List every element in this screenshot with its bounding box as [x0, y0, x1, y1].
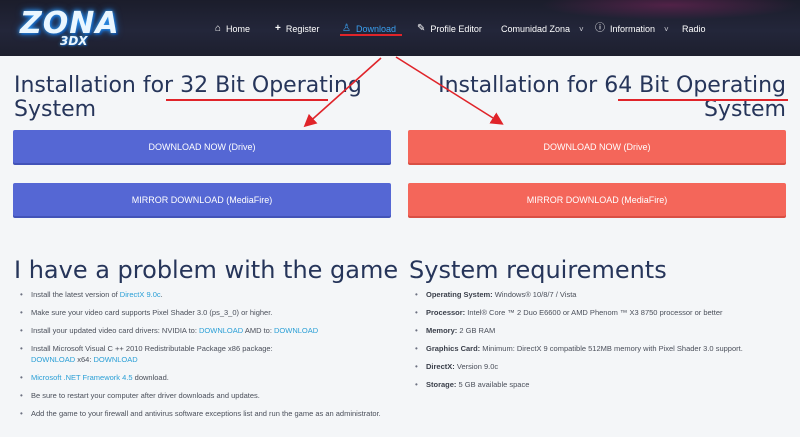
pencil-icon: ✎: [417, 23, 426, 34]
mirror-32bit-mediafire-label: MIRROR DOWNLOAD (MediaFire): [131, 194, 273, 205]
nav-comunidad-zona[interactable]: Comunidad Zona ˅: [501, 21, 584, 37]
title-system-requirements: System requirements: [409, 256, 667, 284]
req-key: Graphics Card:: [426, 344, 481, 353]
req-key: Storage:: [426, 380, 457, 389]
req-value: Minimum: DirectX 9 compatible 512MB memo…: [480, 344, 743, 353]
nav-home-label: Home: [226, 24, 251, 34]
item-text: AMD to:: [243, 326, 275, 335]
nav-information[interactable]: ⓘ Information ˅: [595, 21, 669, 37]
item-text: Make sure your video card supports Pixel…: [31, 308, 273, 317]
req-value: 5 GB available space: [456, 380, 530, 389]
directx-link[interactable]: DirectX 9.0c: [120, 290, 161, 299]
trophy-icon: ♙: [342, 23, 351, 34]
home-icon: ⌂: [215, 23, 222, 34]
annotation-underline-32bit: [166, 99, 328, 101]
mirror-32bit-mediafire-button[interactable]: MIRROR DOWNLOAD (MediaFire): [13, 183, 391, 216]
download-32bit-drive-label: DOWNLOAD NOW (Drive): [148, 141, 256, 152]
nav-profile-editor[interactable]: ✎ Profile Editor: [417, 21, 482, 37]
annotation-underline-64bit: [618, 99, 788, 101]
download-64bit-drive-label: DOWNLOAD NOW (Drive): [543, 141, 651, 152]
nav-information-label: Information: [610, 24, 656, 34]
nvidia-download-link[interactable]: DOWNLOAD: [199, 326, 243, 335]
list-item: Be sure to restart your computer after d…: [14, 390, 384, 401]
item-text: Install the latest version of: [31, 290, 120, 299]
list-item: Processor: Intel® Core ™ 2 Duo E6600 or …: [409, 307, 789, 318]
item-text: Be sure to restart your computer after d…: [31, 391, 260, 400]
req-key: DirectX:: [426, 362, 455, 371]
amd-download-link[interactable]: DOWNLOAD: [274, 326, 318, 335]
requirements-list: Operating System: Windows® 10/8/7 / Vist…: [409, 289, 789, 390]
logo-sub-text: 3DX: [60, 34, 88, 48]
req-value: Intel® Core ™ 2 Duo E6600 or AMD Phenom …: [465, 308, 723, 317]
item-text: .: [160, 290, 163, 299]
nav-download-label: Download: [355, 24, 396, 34]
req-key: Memory:: [426, 326, 458, 335]
item-text: Add the game to your firewall and antivi…: [31, 409, 381, 418]
title-64bit: Installation for 64 Bit Operating System: [438, 73, 786, 122]
annotation-underline-download: [340, 34, 402, 36]
vc-x86-download-link[interactable]: DOWNLOAD: [31, 355, 75, 364]
item-text: download.: [132, 373, 169, 382]
download-32bit-drive-button[interactable]: DOWNLOAD NOW (Drive): [13, 130, 391, 163]
nav-radio-label: Radio: [682, 24, 706, 34]
nav-register-label: Register: [285, 24, 320, 34]
list-item: Install your updated video card drivers:…: [14, 325, 384, 336]
problem-list: Install the latest version of DirectX 9.…: [14, 289, 384, 419]
chevron-down-icon: ˅: [579, 24, 584, 34]
list-item: DirectX: Version 9.0c: [409, 361, 789, 372]
req-key: Operating System:: [426, 290, 493, 299]
chevron-down-icon: ˅: [664, 24, 669, 34]
plus-icon: +: [275, 23, 281, 34]
item-text: Install your updated video card drivers:…: [31, 326, 199, 335]
item-text: Install Microsoft Visual C ++ 2010 Redis…: [31, 344, 273, 353]
info-icon: ⓘ: [595, 23, 605, 34]
req-key: Processor:: [426, 308, 466, 317]
item-text: x64:: [75, 355, 94, 364]
vc-x64-download-link[interactable]: DOWNLOAD: [94, 355, 138, 364]
nav-comunidad-zona-label: Comunidad Zona: [501, 24, 571, 34]
download-64bit-drive-button[interactable]: DOWNLOAD NOW (Drive): [408, 130, 786, 163]
list-item: Install Microsoft Visual C ++ 2010 Redis…: [14, 343, 384, 365]
nav-radio[interactable]: Radio: [682, 21, 706, 37]
list-item: Install the latest version of DirectX 9.…: [14, 289, 384, 300]
header-glow: [540, 0, 800, 20]
mirror-64bit-mediafire-button[interactable]: MIRROR DOWNLOAD (MediaFire): [408, 183, 786, 216]
req-value: 2 GB RAM: [457, 326, 496, 335]
list-item: Storage: 5 GB available space: [409, 379, 789, 390]
list-item: Make sure your video card supports Pixel…: [14, 307, 384, 318]
mirror-64bit-mediafire-label: MIRROR DOWNLOAD (MediaFire): [526, 194, 668, 205]
list-item: Microsoft .NET Framework 4.5 download.: [14, 372, 384, 383]
title-problem: I have a problem with the game: [14, 256, 399, 284]
req-value: Windows® 10/8/7 / Vista: [492, 290, 577, 299]
list-item: Memory: 2 GB RAM: [409, 325, 789, 336]
dotnet-link[interactable]: Microsoft .NET Framework 4.5: [31, 373, 133, 382]
nav-home[interactable]: ⌂ Home: [215, 21, 250, 37]
list-item: Add the game to your firewall and antivi…: [14, 408, 384, 419]
req-value: Version 9.0c: [454, 362, 499, 371]
top-navbar: ZONA 3DX ⌂ Home + Register ♙ Download ✎ …: [0, 0, 800, 56]
nav-register[interactable]: + Register: [275, 21, 319, 37]
list-item: Graphics Card: Minimum: DirectX 9 compat…: [409, 343, 789, 354]
title-32bit: Installation for 32 Bit Operating System: [14, 73, 362, 122]
nav-profile-editor-label: Profile Editor: [430, 24, 482, 34]
list-item: Operating System: Windows® 10/8/7 / Vist…: [409, 289, 789, 300]
site-logo[interactable]: ZONA 3DX: [20, 6, 119, 50]
